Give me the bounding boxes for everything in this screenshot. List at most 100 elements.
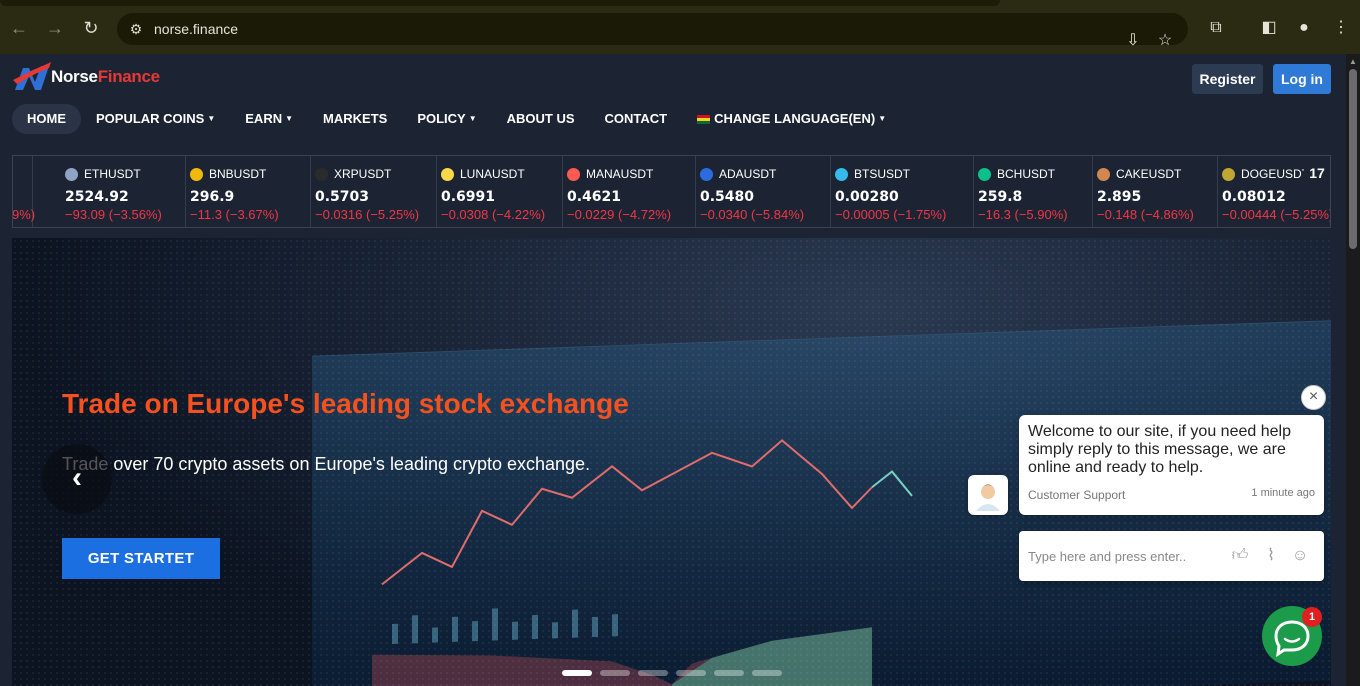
coin-icon bbox=[835, 168, 848, 181]
caret-down-icon: ▼ bbox=[285, 114, 294, 123]
ticker-symbol: BNBUSDT bbox=[190, 167, 266, 181]
chevron-left-icon: ‹ bbox=[72, 461, 82, 494]
address-bar[interactable]: ⚙ norse.finance ⇩ ☆ bbox=[117, 13, 1188, 49]
ticker-symbol: LUNAUSDT bbox=[441, 167, 525, 181]
carousel-indicator[interactable] bbox=[676, 670, 706, 676]
ticker-item-btsusdt[interactable]: BTSUSDT 0.00280 −0.00005 (−1.75%) bbox=[835, 156, 974, 227]
coin-icon bbox=[65, 168, 78, 181]
nav-change-language[interactable]: CHANGE LANGUAGE(EN) ▼ bbox=[682, 104, 901, 134]
side-panel-icon[interactable]: ◧ bbox=[1259, 18, 1279, 38]
ticker-item-bchusdt[interactable]: BCHUSDT 259.8 −16.3 (−5.90%) bbox=[978, 156, 1093, 227]
carousel-indicators bbox=[562, 670, 782, 676]
browser-menu-icon[interactable]: ⋮ bbox=[1331, 18, 1351, 38]
tradingview-logo-icon[interactable]: 17 bbox=[1304, 164, 1330, 182]
get-started-button[interactable]: GET STARTET bbox=[62, 538, 220, 579]
tab-strip bbox=[0, 0, 1000, 6]
coin-icon bbox=[315, 168, 328, 181]
browser-toolbar: ← → ↻ ⚙ norse.finance ⇩ ☆ ⧉ ◧ ● ⋮ bbox=[0, 0, 1360, 54]
forward-icon[interactable]: → bbox=[45, 18, 65, 38]
login-button[interactable]: Log in bbox=[1273, 64, 1331, 94]
carousel-indicator[interactable] bbox=[562, 670, 592, 676]
ticker-price: 0.5480 bbox=[700, 189, 755, 205]
coin-icon bbox=[1097, 168, 1110, 181]
bookmark-star-icon[interactable]: ☆ bbox=[1155, 31, 1175, 51]
ticker-price: 2.895 bbox=[1097, 189, 1142, 205]
ticker-symbol: ADAUSDT bbox=[700, 167, 776, 181]
coin-icon bbox=[1222, 168, 1235, 181]
url-text[interactable]: norse.finance bbox=[154, 21, 238, 37]
chat-timestamp: 1 minute ago bbox=[1251, 487, 1315, 499]
ticker-change: −0.0340 (−5.84%) bbox=[700, 207, 805, 222]
carousel-indicator[interactable] bbox=[714, 670, 744, 676]
nav-earn[interactable]: EARN ▼ bbox=[230, 104, 308, 134]
chat-close-button[interactable]: × bbox=[1301, 385, 1326, 410]
hero-title: Trade on Europe's leading stock exchange bbox=[62, 388, 629, 419]
chat-unread-badge: 1 bbox=[1302, 607, 1322, 627]
ticker-change: −0.0308 (−4.22%) bbox=[441, 207, 546, 222]
thumbs-up-icon[interactable]: 👍︎ bbox=[1230, 546, 1250, 566]
hero-subtitle: Trade over 70 crypto assets on Europe's … bbox=[62, 454, 591, 474]
ticker-symbol: BTSUSDT bbox=[835, 167, 910, 181]
close-icon: × bbox=[1308, 388, 1319, 405]
ticker-item-bnbusdt[interactable]: BNBUSDT 296.9 −11.3 (−3.67%) bbox=[190, 156, 311, 227]
carousel-prev-button[interactable]: ‹ bbox=[42, 444, 112, 514]
ticker-change: −0.148 (−4.86%) bbox=[1097, 207, 1194, 222]
logo-mark-icon bbox=[13, 62, 51, 90]
nav-home[interactable]: HOME bbox=[12, 104, 81, 134]
ticker-item-ethusdt[interactable]: ETHUSDT 2524.92 −93.09 (−3.56%) bbox=[65, 156, 186, 227]
ticker-item-cakeusdt[interactable]: CAKEUSDT 2.895 −0.148 (−4.86%) bbox=[1097, 156, 1218, 227]
ticker-change: 9%) bbox=[12, 207, 36, 222]
nav-markets[interactable]: MARKETS bbox=[308, 104, 402, 134]
reload-icon[interactable]: ↻ bbox=[81, 18, 101, 38]
price-ticker[interactable]: 9%) ETHUSDT 2524.92 −93.09 (−3.56%) BNBUSDT… bbox=[12, 155, 1331, 228]
ticker-change: −11.3 (−3.67%) bbox=[190, 207, 279, 222]
ticker-price: 0.5703 bbox=[315, 189, 370, 205]
nav-contact[interactable]: CONTACT bbox=[590, 104, 683, 134]
chat-sender-name: Customer Support bbox=[1028, 488, 1126, 502]
page: NorseFinance Register Log in HOME POPULA… bbox=[0, 54, 1346, 686]
nav-policy[interactable]: POLICY ▼ bbox=[402, 104, 491, 134]
attachment-icon[interactable]: ⌇ bbox=[1261, 546, 1281, 566]
scrollbar-thumb[interactable] bbox=[1349, 69, 1357, 249]
ticker-change: −0.00005 (−1.75%) bbox=[835, 207, 947, 222]
ticker-price: 2524.92 bbox=[65, 189, 129, 205]
chat-input-box[interactable]: Type here and press enter.. 👍︎ ⌇ ☺ bbox=[1019, 531, 1324, 581]
ticker-price: 0.4621 bbox=[567, 189, 622, 205]
caret-down-icon: ▼ bbox=[878, 114, 887, 123]
chat-input-placeholder[interactable]: Type here and press enter.. bbox=[1028, 549, 1186, 564]
site-logo[interactable]: NorseFinance bbox=[13, 62, 160, 92]
profile-icon[interactable]: ● bbox=[1294, 18, 1314, 38]
page-scrollbar[interactable]: ▲ bbox=[1346, 54, 1360, 686]
carousel-indicator[interactable] bbox=[638, 670, 668, 676]
coin-icon bbox=[567, 168, 580, 181]
ticker-item-adausdt[interactable]: ADAUSDT 0.5480 −0.0340 (−5.84%) bbox=[700, 156, 831, 227]
ticker-item-manausdt[interactable]: MANAUSDT 0.4621 −0.0229 (−4.72%) bbox=[567, 156, 696, 227]
scroll-up-icon[interactable]: ▲ bbox=[1349, 57, 1357, 66]
coin-icon bbox=[700, 168, 713, 181]
emoji-icon[interactable]: ☺ bbox=[1290, 546, 1310, 566]
chat-message-text: Welcome to our site, if you need help si… bbox=[1028, 423, 1291, 476]
ticker-item-partial[interactable]: 9%) bbox=[12, 156, 36, 227]
back-icon[interactable]: ← bbox=[9, 18, 29, 38]
nav-popular-coins[interactable]: POPULAR COINS ▼ bbox=[81, 104, 230, 134]
caret-down-icon: ▼ bbox=[468, 114, 477, 123]
coin-icon bbox=[978, 168, 991, 181]
agent-avatar-icon bbox=[976, 484, 1000, 511]
main-nav: HOME POPULAR COINS ▼ EARN ▼ MARKETS POLICY… bbox=[12, 104, 901, 134]
caret-down-icon: ▼ bbox=[207, 114, 216, 123]
ticker-change: −0.0229 (−4.72%) bbox=[567, 207, 672, 222]
install-app-icon[interactable]: ⇩ bbox=[1123, 31, 1143, 51]
carousel-indicator[interactable] bbox=[600, 670, 630, 676]
ticker-price: 259.8 bbox=[978, 189, 1023, 205]
chat-message-bubble: Welcome to our site, if you need help si… bbox=[1019, 415, 1324, 515]
ticker-change: −0.00444 (−5.25%) bbox=[1222, 207, 1331, 222]
carousel-indicator[interactable] bbox=[752, 670, 782, 676]
ticker-item-lunausdt[interactable]: LUNAUSDT 0.6991 −0.0308 (−4.22%) bbox=[441, 156, 563, 227]
ticker-symbol: XRPUSDT bbox=[315, 167, 391, 181]
nav-about-us[interactable]: ABOUT US bbox=[492, 104, 590, 134]
site-info-icon[interactable]: ⚙ bbox=[127, 20, 145, 38]
ticker-symbol: DOGEUSDT bbox=[1222, 167, 1309, 181]
ticker-item-xrpusdt[interactable]: XRPUSDT 0.5703 −0.0316 (−5.25%) bbox=[315, 156, 437, 227]
register-button[interactable]: Register bbox=[1192, 64, 1263, 94]
extensions-icon[interactable]: ⧉ bbox=[1206, 18, 1226, 38]
